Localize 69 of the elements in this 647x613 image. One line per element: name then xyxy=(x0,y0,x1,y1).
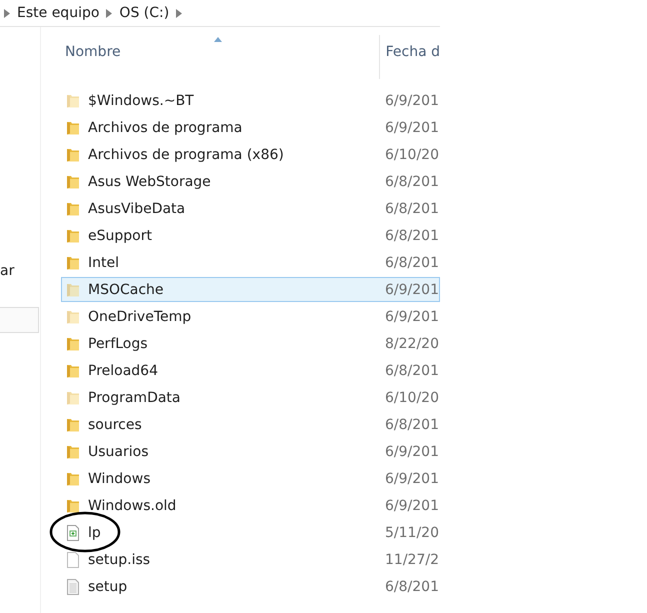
file-row[interactable]: PerfLogs 8/22/20 xyxy=(61,331,440,356)
file-name: Windows xyxy=(88,470,152,486)
file-name: sources xyxy=(88,416,143,432)
date-cell: 6/10/20 xyxy=(385,146,439,162)
file-row[interactable]: Windows.old 6/9/201 xyxy=(61,493,440,518)
file-row[interactable]: Archivos de programa (x86) 6/10/20 xyxy=(61,142,440,167)
file-row[interactable]: MSOCache 6/9/201 xyxy=(61,277,440,302)
file-row[interactable]: lp 5/11/20 xyxy=(61,520,440,545)
breadcrumb-item[interactable]: OS (C:) xyxy=(119,5,170,21)
chevron-icon[interactable] xyxy=(176,8,182,18)
file-name: setup xyxy=(88,578,128,594)
file-name: MSOCache xyxy=(88,282,165,298)
date-cell: 6/8/201 xyxy=(385,228,439,244)
file-name: PerfLogs xyxy=(88,336,149,352)
file-name: Windows.old xyxy=(88,498,178,514)
date-cell: 6/9/201 xyxy=(385,308,439,324)
date-cell: 11/27/2 xyxy=(385,552,439,568)
date-cell: 6/9/201 xyxy=(385,92,439,108)
file-row[interactable]: AsusVibeData 6/8/201 xyxy=(61,196,440,221)
date-cell: 6/10/20 xyxy=(385,390,439,406)
file-row[interactable]: sources 6/8/201 xyxy=(61,412,440,437)
file-name: OneDriveTemp xyxy=(88,308,192,324)
date-cell: 8/22/20 xyxy=(385,336,439,352)
file-name: ProgramData xyxy=(88,390,182,406)
date-cell: 6/9/201 xyxy=(385,444,439,460)
column-header[interactable]: Fecha d xyxy=(380,27,440,79)
date-cell: 6/8/201 xyxy=(385,254,439,270)
date-cell: 6/9/201 xyxy=(385,470,439,486)
file-row[interactable]: Usuarios 6/9/201 xyxy=(61,439,440,464)
file-row[interactable]: setup.iss 11/27/2 xyxy=(61,547,440,572)
file-name: eSupport xyxy=(88,228,153,244)
date-cell: 6/9/201 xyxy=(385,498,439,514)
date-cell: 5/11/20 xyxy=(385,524,439,540)
sort-arrow-icon[interactable] xyxy=(214,37,222,42)
file-icon xyxy=(65,552,81,568)
date-cell: 6/8/201 xyxy=(385,362,439,378)
date-cell: 6/8/201 xyxy=(385,200,439,216)
document-icon xyxy=(65,524,81,540)
file-name: lp xyxy=(88,524,102,540)
chevron-icon[interactable] xyxy=(4,8,10,18)
date-cell: 6/8/201 xyxy=(385,578,439,594)
text-file-icon xyxy=(65,578,81,594)
file-row[interactable]: eSupport 6/8/201 xyxy=(61,223,440,248)
file-row[interactable]: Preload64 6/8/201 xyxy=(61,358,440,383)
file-name: Preload64 xyxy=(88,362,159,378)
file-name: setup.iss xyxy=(88,552,152,568)
file-row[interactable]: $Windows.~BT 6/9/201 xyxy=(61,88,440,113)
file-name: Archivos de programa (x86) xyxy=(88,146,285,162)
file-name: $Windows.~BT xyxy=(88,92,195,108)
file-row[interactable]: ProgramData 6/10/20 xyxy=(61,385,440,410)
file-name: Usuarios xyxy=(88,444,150,460)
date-cell: 6/9/201 xyxy=(385,120,439,136)
file-row[interactable]: Asus WebStorage 6/8/201 xyxy=(61,169,440,194)
date-cell: 6/8/201 xyxy=(385,416,439,432)
file-name: Archivos de programa xyxy=(88,120,244,136)
nav-item[interactable]: ar xyxy=(0,263,14,279)
file-row[interactable]: Intel 6/8/201 xyxy=(61,250,440,275)
file-name: Asus WebStorage xyxy=(88,174,212,190)
file-row[interactable]: OneDriveTemp 6/9/201 xyxy=(61,304,440,329)
file-row[interactable]: Windows 6/9/201 xyxy=(61,466,440,491)
file-name: AsusVibeData xyxy=(88,200,186,216)
file-row[interactable]: setup 6/8/201 xyxy=(61,574,440,599)
breadcrumb-item[interactable]: Este equipo xyxy=(17,5,100,21)
column-header[interactable]: Nombre xyxy=(61,27,379,79)
date-cell: 6/8/201 xyxy=(385,174,439,190)
file-row[interactable]: Archivos de programa 6/9/201 xyxy=(61,115,440,140)
date-cell: 6/9/201 xyxy=(385,282,439,298)
chevron-icon[interactable] xyxy=(106,8,112,18)
file-name: Intel xyxy=(88,254,120,270)
